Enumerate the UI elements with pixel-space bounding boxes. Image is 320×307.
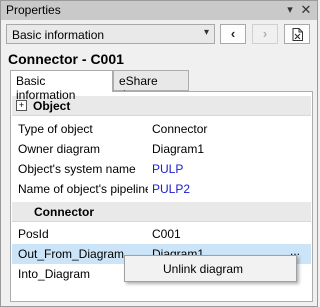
pin-dropdown-icon[interactable]: ▾ — [283, 2, 297, 18]
property-value: Diagram1 — [152, 142, 205, 156]
property-name: PosId — [18, 227, 49, 241]
group-header-connector[interactable]: Connector — [12, 202, 311, 222]
export-button[interactable] — [284, 24, 310, 44]
object-heading: Connector - C001 — [8, 51, 124, 67]
property-value-link[interactable]: PULP2 — [152, 182, 190, 196]
property-value: C001 — [152, 227, 181, 241]
property-value-link[interactable]: PULP — [152, 162, 183, 176]
property-name: Owner diagram — [18, 142, 101, 156]
chevron-down-icon: ▾ — [203, 27, 209, 38]
property-name: Name of object's pipeline — [18, 182, 148, 196]
property-row[interactable]: Object's system name PULP — [12, 159, 311, 179]
tab-eshare-data[interactable]: eShare data — [113, 70, 189, 102]
property-row[interactable]: Owner diagram Diagram1 — [12, 139, 311, 159]
export-document-icon — [292, 28, 303, 41]
group-title: Connector — [34, 205, 94, 219]
tab-basic-information[interactable]: Basic information — [10, 70, 113, 102]
category-select[interactable]: Basic information ▾ — [6, 24, 215, 44]
context-menu: Unlink diagram — [124, 255, 297, 282]
property-row[interactable]: Type of object Connector — [12, 119, 311, 139]
category-select-value: Basic information — [12, 28, 105, 42]
property-name: Object's system name — [18, 162, 136, 176]
menu-item-unlink-diagram[interactable]: Unlink diagram — [163, 262, 243, 276]
property-row[interactable]: Name of object's pipeline PULP2 — [12, 179, 311, 199]
property-value: Connector — [152, 122, 208, 136]
panel-titlebar: Properties ▾ ✕ — [1, 1, 317, 20]
close-icon[interactable]: ✕ — [299, 2, 313, 18]
back-button[interactable]: ‹ — [220, 24, 246, 44]
property-row[interactable]: PosId C001 — [12, 224, 311, 244]
forward-button[interactable]: › — [252, 24, 278, 44]
panel-title: Properties — [6, 3, 61, 17]
property-name: Type of object — [18, 122, 93, 136]
